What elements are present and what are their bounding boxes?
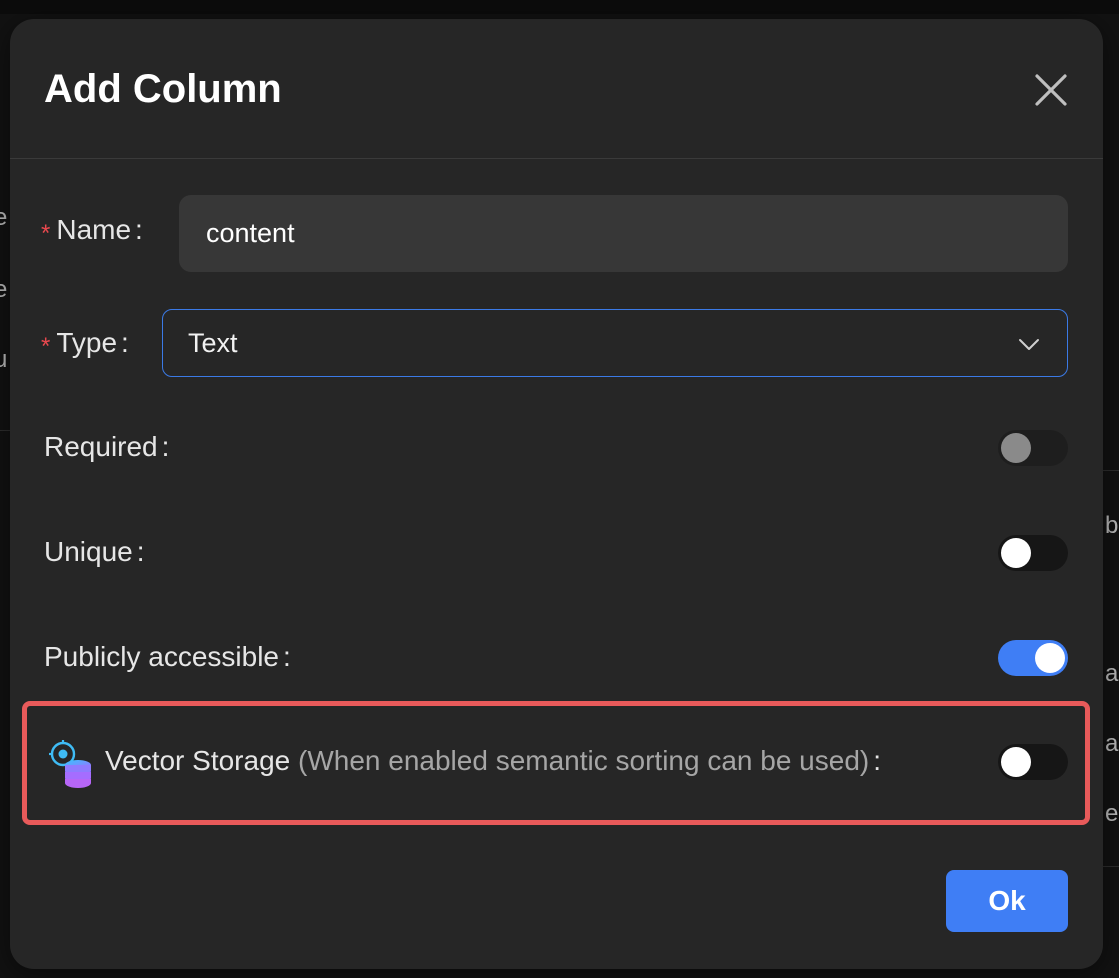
type-label-text: Type — [56, 327, 118, 358]
backdrop-text: e — [1105, 800, 1119, 827]
label-colon: : — [161, 431, 170, 462]
public-label: Publicly accessible: — [44, 641, 291, 673]
unique-label-text: Unique — [44, 536, 133, 567]
vector-storage-label-text: Vector Storage — [105, 745, 291, 776]
backdrop-text: u — [0, 346, 8, 373]
label-colon: : — [135, 214, 143, 245]
type-select[interactable]: Text — [162, 309, 1068, 377]
add-column-dialog: Add Column *Name: *Type: Text Required: … — [10, 19, 1103, 969]
toggle-knob — [1035, 643, 1065, 673]
label-colon: : — [873, 745, 882, 776]
backdrop-text: e — [0, 276, 8, 303]
backdrop-text: b — [1105, 512, 1119, 539]
required-mark: * — [41, 220, 51, 247]
name-label: * Name: — [41, 214, 143, 248]
label-colon: : — [283, 641, 291, 672]
required-label: Required: — [44, 431, 169, 463]
label-colon: : — [136, 536, 145, 567]
close-button[interactable] — [1032, 71, 1070, 109]
vector-storage-icon — [49, 740, 91, 788]
required-toggle[interactable] — [998, 430, 1068, 466]
ok-button[interactable]: Ok — [946, 870, 1068, 932]
backdrop-top-strip — [0, 0, 1119, 14]
dialog-title: Add Column — [44, 67, 282, 111]
backdrop-text: a — [1105, 730, 1119, 757]
backdrop-divider — [1103, 866, 1119, 867]
type-selected-value: Text — [188, 328, 238, 358]
public-toggle[interactable] — [998, 640, 1068, 676]
toggle-knob — [1001, 433, 1031, 463]
required-mark: * — [41, 333, 51, 360]
unique-toggle[interactable] — [998, 535, 1068, 571]
name-label-text: Name — [56, 214, 132, 245]
toggle-knob — [1001, 747, 1031, 777]
backdrop-text: a — [1105, 660, 1119, 687]
unique-label: Unique: — [44, 536, 145, 568]
backdrop-divider — [1103, 470, 1119, 471]
chevron-down-icon — [1019, 339, 1039, 350]
header-divider — [10, 158, 1103, 159]
vector-storage-toggle[interactable] — [998, 744, 1068, 780]
required-label-text: Required — [44, 431, 158, 462]
vector-storage-label: Vector Storage (When enabled semantic so… — [105, 745, 881, 777]
public-label-text: Publicly accessible — [44, 641, 279, 672]
name-input[interactable] — [179, 195, 1068, 272]
vector-storage-hint: (When enabled semantic sorting can be us… — [298, 745, 870, 776]
type-label: * Type: — [41, 327, 129, 361]
close-icon — [1035, 74, 1067, 106]
backdrop-text: e — [0, 204, 8, 231]
label-colon: : — [121, 327, 129, 358]
toggle-knob — [1001, 538, 1031, 568]
